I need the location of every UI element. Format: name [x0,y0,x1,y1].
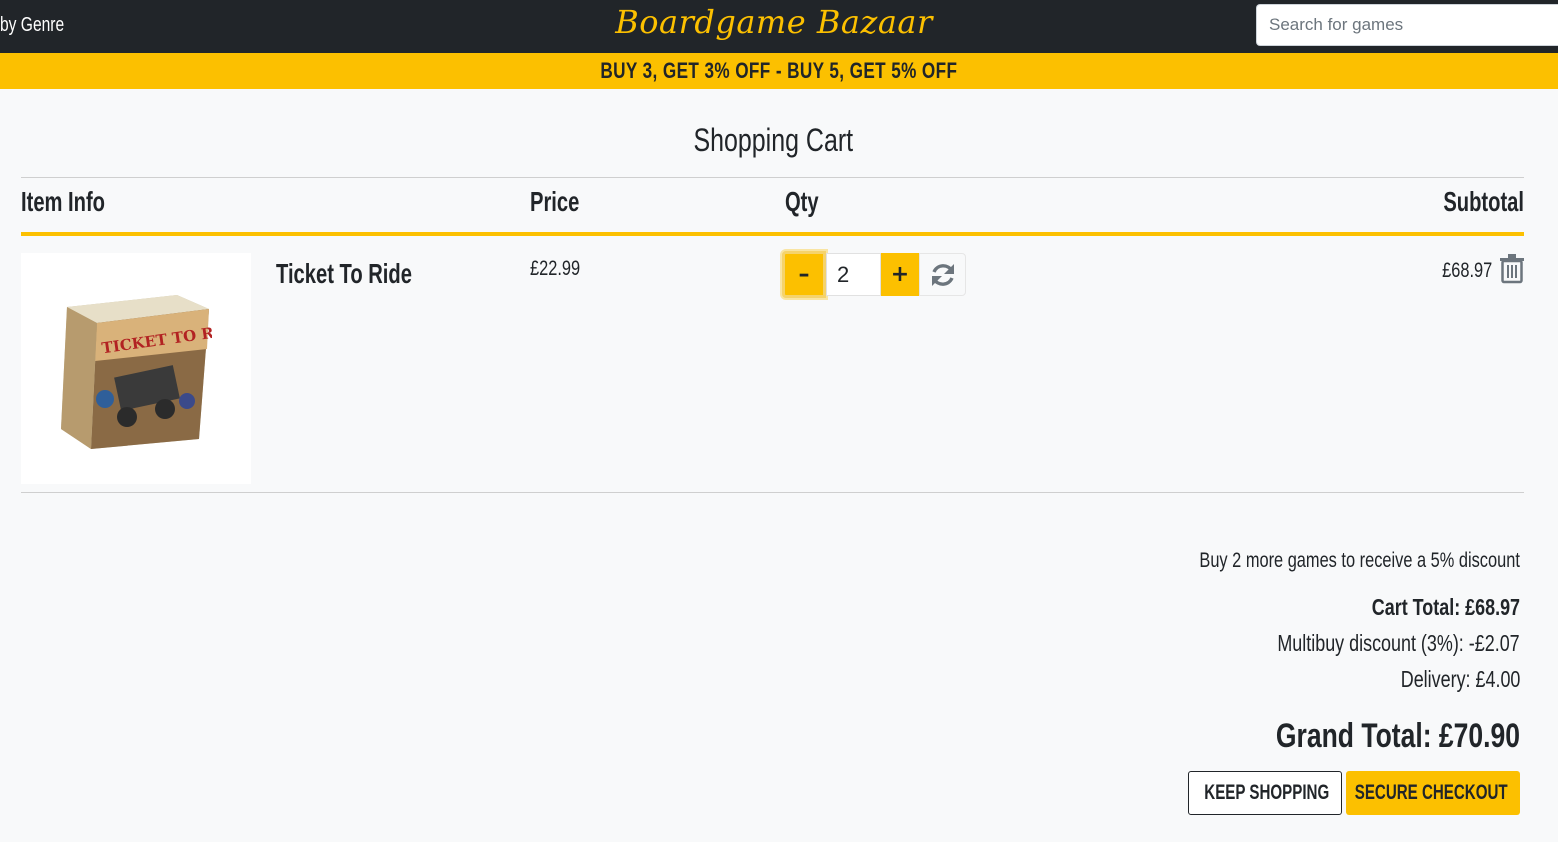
secure-checkout-label: SECURE CHECKOUT [1354,781,1508,804]
item-subtotal: £68.97 [1441,259,1492,282]
qty-input[interactable] [826,253,881,296]
qty-update-button[interactable] [919,253,966,296]
refresh-icon [931,263,954,286]
plus-icon: + [890,262,910,287]
product-image[interactable]: TICKET TO RIDE [21,253,251,484]
header-divider [21,232,1524,236]
cart-total: Cart Total: £68.97 [1371,594,1520,620]
discount-hint: Buy 2 more games to receive a 5% discoun… [1199,549,1520,572]
multibuy-discount: Multibuy discount (3%): -£2.07 [1277,630,1520,656]
ticket-to-ride-box-art: TICKET TO RIDE [61,295,212,449]
delivery-cost: Delivery: £4.00 [1400,666,1520,692]
promo-banner: BUY 3, GET 3% OFF - BUY 5, GET 5% OFF [0,53,1558,89]
item-price: £22.99 [530,257,581,280]
nav-link-by-genre[interactable]: by Genre [0,14,64,37]
grand-total: Grand Total: £70.90 [1275,717,1520,755]
promo-text: BUY 3, GET 3% OFF - BUY 5, GET 5% OFF [600,58,958,83]
divider [21,492,1524,493]
header-price: Price [530,186,580,217]
header-subtotal: Subtotal [1443,186,1524,217]
divider [21,177,1524,178]
minus-icon: – [798,262,810,287]
header-item-info: Item Info [21,186,106,217]
keep-shopping-button[interactable]: KEEP SHOPPING [1188,771,1342,815]
keep-shopping-label: KEEP SHOPPING [1204,781,1330,804]
secure-checkout-button[interactable]: SECURE CHECKOUT [1346,771,1520,815]
trash-icon[interactable] [1499,254,1525,284]
search-input[interactable] [1256,4,1558,46]
top-navbar: by Genre Boardgame Bazaar [0,0,1558,53]
qty-increase-button[interactable]: + [881,253,919,296]
brand-logo[interactable]: Boardgame Bazaar [604,0,944,44]
header-qty: Qty [785,186,819,217]
page-title: Shopping Cart [693,122,853,158]
item-name[interactable]: Ticket To Ride [276,258,412,290]
qty-decrease-button[interactable]: – [782,251,826,298]
page-title-wrap: Shopping Cart [0,122,1546,159]
